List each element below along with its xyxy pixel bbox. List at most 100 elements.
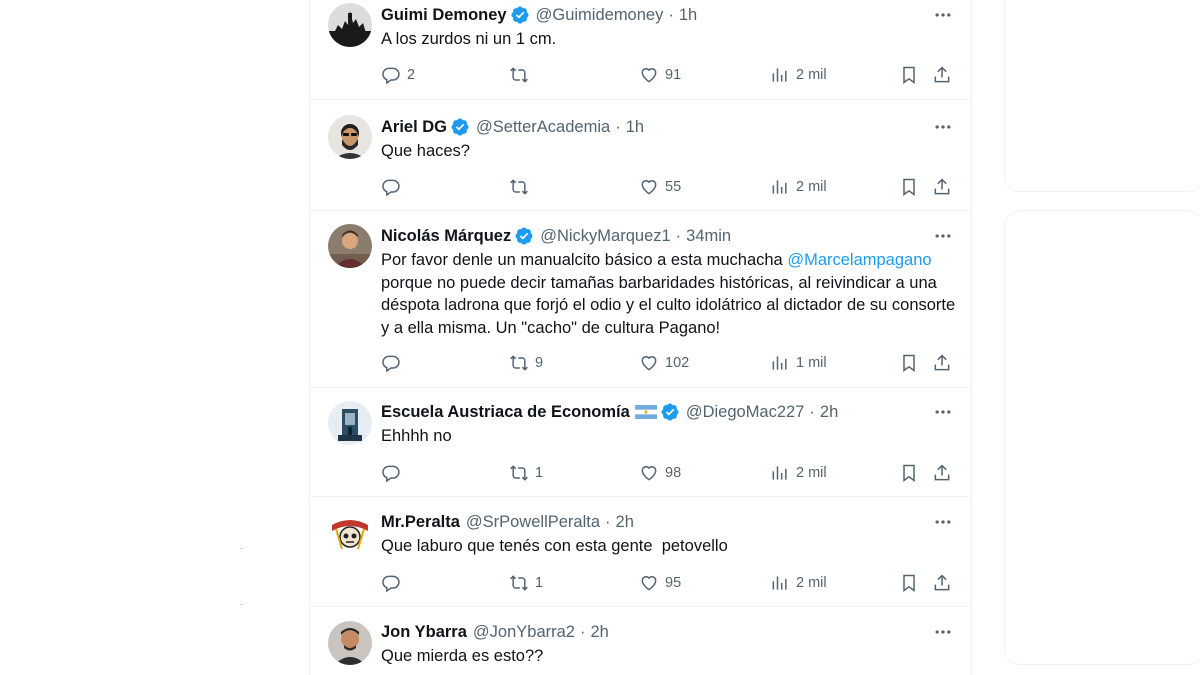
bookmark-icon[interactable] (899, 176, 919, 198)
views-icon (772, 180, 787, 194)
share-icon[interactable] (932, 176, 952, 198)
share-icon[interactable] (932, 64, 952, 86)
views-button[interactable]: 1 mil (770, 352, 827, 374)
tweet-text: Que mierda es esto?? (381, 647, 544, 665)
author-handle[interactable]: @Guimidemoney (536, 6, 664, 25)
bookmark-icon[interactable] (899, 352, 919, 374)
retweet-icon (510, 67, 528, 83)
verified-badge-icon (514, 226, 534, 246)
timestamp[interactable]: 1h (679, 6, 697, 25)
timestamp[interactable]: 34min (686, 227, 731, 246)
views-button[interactable]: 2 mil (770, 176, 827, 198)
more-options-icon[interactable] (931, 117, 955, 137)
retweet-button[interactable]: 9 (509, 352, 545, 374)
tweet[interactable]: Jon Ybarra @JonYbarra2 · 2h Que mierda e… (310, 607, 971, 675)
timestamp[interactable]: 1h (626, 118, 644, 137)
more-options-icon[interactable] (931, 5, 955, 25)
like-count: 102 (665, 355, 690, 371)
views-icon (772, 68, 787, 82)
like-count: 55 (665, 179, 682, 195)
views-icon (772, 356, 787, 370)
tweet[interactable]: Nicolás Márquez @NickyMarquez1 · 34min P… (310, 211, 971, 388)
bearded-man-avatar[interactable] (328, 115, 372, 159)
retweet-button[interactable] (509, 64, 545, 86)
timestamp[interactable]: 2h (616, 513, 634, 532)
views-count: 2 mil (796, 67, 827, 83)
separator-dot: · (668, 5, 674, 24)
retweet-button[interactable] (509, 176, 545, 198)
left-divider-mark (240, 548, 243, 549)
share-icon[interactable] (932, 572, 952, 594)
tweet[interactable]: Guimi Demoney @Guimidemoney · 1h A los z… (310, 0, 971, 100)
author-handle[interactable]: @JonYbarra2 (473, 623, 575, 642)
tweet[interactable]: Ariel DG @SetterAcademia · 1h Que haces?… (310, 100, 971, 211)
author-name[interactable]: Guimi Demoney (381, 6, 507, 25)
retweet-icon (510, 575, 528, 591)
author-handle[interactable]: @DiegoMac227 (686, 403, 805, 422)
author-name[interactable]: Mr.Peralta (381, 513, 460, 532)
man-avatar[interactable] (328, 224, 372, 268)
tweet-actions: 1 98 2 mil (310, 462, 971, 484)
author-handle[interactable]: @NickyMarquez1 (540, 227, 670, 246)
tweet-actions: 2 91 2 mil (310, 64, 971, 86)
reply-button[interactable]: 2 (381, 64, 417, 86)
like-button[interactable]: 55 (639, 176, 681, 198)
reply-icon (382, 67, 400, 85)
skull-logo-avatar[interactable] (328, 511, 372, 555)
bookmark-icon[interactable] (899, 572, 919, 594)
author-name[interactable]: Nicolás Márquez (381, 227, 511, 246)
share-icon[interactable] (932, 462, 952, 484)
author-handle[interactable]: @SrPowellPeralta (466, 513, 600, 532)
tweet-actions: 1 95 2 mil (310, 572, 971, 594)
man-avatar[interactable] (328, 621, 372, 665)
reply-icon (382, 355, 400, 373)
like-button[interactable]: 98 (639, 462, 681, 484)
tweet-text: A los zurdos ni un 1 cm. (381, 30, 557, 48)
timestamp[interactable]: 2h (590, 623, 608, 642)
heart-icon (641, 576, 657, 591)
silhouette-avatar[interactable] (328, 3, 372, 47)
monument-avatar[interactable] (328, 401, 372, 445)
bookmark-icon[interactable] (899, 462, 919, 484)
share-icon[interactable] (932, 352, 952, 374)
timestamp[interactable]: 2h (820, 403, 838, 422)
like-button[interactable]: 95 (639, 572, 681, 594)
bookmark-icon[interactable] (899, 64, 919, 86)
views-icon (772, 466, 787, 480)
tweet-text: Que haces? (381, 142, 470, 160)
views-button[interactable]: 2 mil (770, 462, 827, 484)
author-name[interactable]: Jon Ybarra (381, 623, 467, 642)
views-count: 1 mil (796, 355, 827, 371)
retweet-icon (510, 355, 528, 371)
views-button[interactable]: 2 mil (770, 572, 827, 594)
more-options-icon[interactable] (931, 512, 955, 532)
tweet-text: Por favor denle un manualcito básico a e… (381, 249, 959, 339)
more-options-icon[interactable] (931, 402, 955, 422)
retweet-button[interactable]: 1 (509, 462, 545, 484)
views-button[interactable]: 2 mil (770, 64, 827, 86)
author-handle[interactable]: @SetterAcademia (476, 118, 610, 137)
separator-dot: · (579, 622, 586, 641)
retweet-icon (510, 179, 528, 195)
retweet-button[interactable]: 1 (509, 572, 545, 594)
more-options-icon[interactable] (931, 226, 955, 246)
like-button[interactable]: 91 (639, 64, 681, 86)
reply-count: 2 (407, 67, 416, 83)
argentina-flag-icon (634, 405, 657, 419)
mention-link[interactable]: @Marcelampagano (787, 251, 931, 269)
reply-icon (382, 465, 400, 483)
heart-icon (641, 466, 657, 481)
reply-button[interactable] (381, 572, 417, 594)
reply-button[interactable] (381, 176, 417, 198)
author-name[interactable]: Ariel DG (381, 118, 447, 137)
reply-button[interactable] (381, 352, 417, 374)
tweet[interactable]: Escuela Austriaca de Economía @DiegoMac2… (310, 387, 971, 497)
tweet-actions: 9 102 1 mil (310, 352, 971, 374)
like-button[interactable]: 102 (639, 352, 689, 374)
retweet-count: 9 (535, 355, 544, 371)
author-name[interactable]: Escuela Austriaca de Economía (381, 403, 630, 422)
tweet[interactable]: Mr.Peralta @SrPowellPeralta · 2h Que lab… (310, 497, 971, 607)
reply-button[interactable] (381, 462, 417, 484)
more-options-icon[interactable] (931, 622, 955, 642)
tweet-actions: 55 2 mil (310, 176, 971, 198)
